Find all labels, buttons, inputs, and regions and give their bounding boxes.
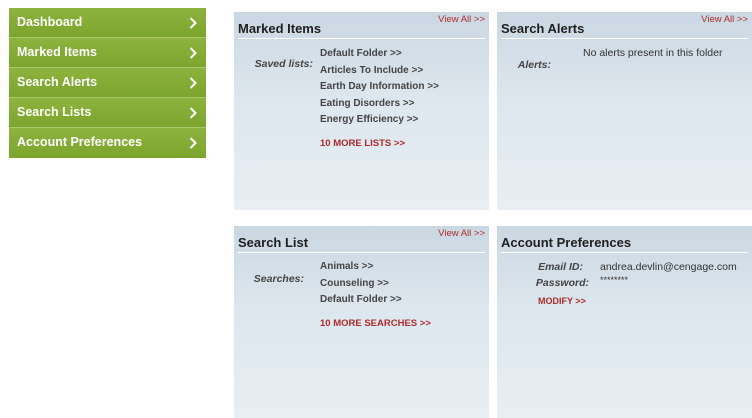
modify-link[interactable]: MODIFY >> xyxy=(538,296,586,306)
alerts-label: Alerts: xyxy=(517,59,551,71)
search-list-panel: View All >> Search List Searches: Animal… xyxy=(234,226,489,418)
chevron-right-icon xyxy=(187,128,199,157)
sidebar-item-label: Dashboard xyxy=(17,15,83,29)
email-label: Email ID: xyxy=(538,261,583,273)
chevron-right-icon xyxy=(187,38,199,67)
sidebar: Dashboard Marked Items Search Alerts Sea… xyxy=(9,8,206,158)
saved-list-link[interactable]: Default Folder >> xyxy=(320,48,402,59)
sidebar-item-dashboard[interactable]: Dashboard xyxy=(9,8,206,38)
email-value: andrea.devlin@cengage.com xyxy=(600,261,737,273)
marked-items-panel: View All >> Marked Items Saved lists: De… xyxy=(234,12,489,210)
saved-list-link[interactable]: Earth Day Information >> xyxy=(320,81,439,92)
saved-list-link[interactable]: Eating Disorders >> xyxy=(320,98,414,109)
title-divider xyxy=(238,38,485,39)
sidebar-item-search-lists[interactable]: Search Lists xyxy=(9,98,206,128)
more-searches-link[interactable]: 10 MORE SEARCHES >> xyxy=(320,318,431,329)
sidebar-item-account-preferences[interactable]: Account Preferences xyxy=(9,128,206,158)
title-divider xyxy=(501,252,748,253)
marked-items-view-all-link[interactable]: View All >> xyxy=(438,14,485,25)
account-preferences-title: Account Preferences xyxy=(501,235,632,250)
search-list-view-all-link[interactable]: View All >> xyxy=(438,228,485,239)
search-link[interactable]: Default Folder >> xyxy=(320,294,402,305)
search-alerts-title: Search Alerts xyxy=(501,21,585,36)
search-alerts-view-all-link[interactable]: View All >> xyxy=(701,14,748,25)
sidebar-item-label: Marked Items xyxy=(17,45,97,59)
saved-list-link[interactable]: Articles To Include >> xyxy=(320,65,423,76)
sidebar-item-marked-items[interactable]: Marked Items xyxy=(9,38,206,68)
marked-items-title: Marked Items xyxy=(238,21,322,36)
chevron-right-icon xyxy=(187,98,199,127)
password-label: Password: xyxy=(535,277,589,289)
chevron-right-icon xyxy=(187,8,199,37)
saved-list-link[interactable]: Energy Efficiency >> xyxy=(320,114,418,125)
search-link[interactable]: Counseling >> xyxy=(320,278,389,289)
search-alerts-panel: View All >> Search Alerts Alerts: No ale… xyxy=(497,12,752,210)
account-preferences-panel: Account Preferences Email ID: andrea.dev… xyxy=(497,226,752,418)
sidebar-item-label: Search Alerts xyxy=(17,75,98,89)
search-list-title: Search List xyxy=(238,235,309,250)
title-divider xyxy=(501,38,748,39)
no-alerts-message: No alerts present in this folder xyxy=(583,47,723,59)
sidebar-item-search-alerts[interactable]: Search Alerts xyxy=(9,68,206,98)
saved-lists-label: Saved lists: xyxy=(254,58,313,70)
searches-label: Searches: xyxy=(253,273,304,285)
sidebar-item-label: Account Preferences xyxy=(17,135,143,149)
search-link[interactable]: Animals >> xyxy=(320,261,373,272)
chevron-right-icon xyxy=(187,68,199,97)
title-divider xyxy=(238,252,485,253)
sidebar-item-label: Search Lists xyxy=(17,105,92,119)
password-value: ******** xyxy=(600,275,629,285)
more-lists-link[interactable]: 10 MORE LISTS >> xyxy=(320,138,405,149)
